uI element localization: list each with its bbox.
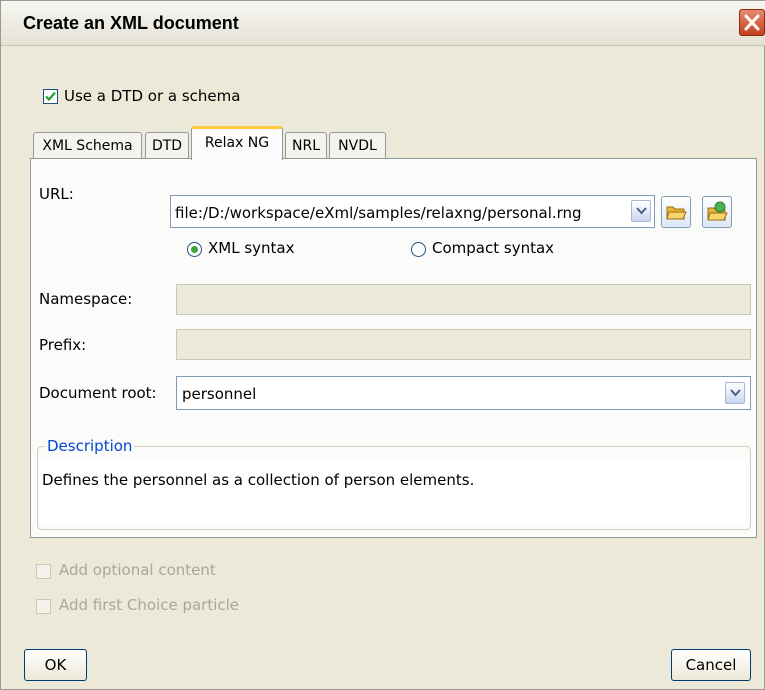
description-text: Defines the personnel as a collection of…: [42, 471, 475, 489]
tab-xml-schema[interactable]: XML Schema: [33, 132, 142, 159]
tab-nrl[interactable]: NRL: [285, 132, 327, 159]
browse-url-button[interactable]: [702, 196, 732, 228]
xml-syntax-radio[interactable]: [187, 242, 202, 257]
cancel-button[interactable]: Cancel: [671, 649, 751, 681]
first-choice-label: Add first Choice particle: [59, 596, 240, 614]
xml-syntax-label: XML syntax: [208, 239, 295, 257]
use-schema-checkbox[interactable]: [43, 89, 58, 104]
open-folder-icon: [666, 206, 687, 220]
document-root-dropdown-button[interactable]: [725, 382, 745, 404]
tab-relax-ng[interactable]: Relax NG: [191, 126, 283, 160]
tab-dtd[interactable]: DTD: [145, 132, 189, 159]
description-legend: Description: [45, 437, 135, 455]
compact-syntax-label: Compact syntax: [432, 239, 555, 257]
checkmark-icon: [45, 91, 56, 102]
namespace-field[interactable]: [176, 284, 751, 315]
url-combobox[interactable]: file:/D:/workspace/eXml/samples/relaxng/…: [170, 195, 655, 228]
open-url-folder-icon: [707, 201, 728, 221]
prefix-label: Prefix:: [39, 336, 87, 354]
tab-nvdl[interactable]: NVDL: [329, 132, 386, 159]
optional-content-label: Add optional content: [59, 561, 216, 579]
prefix-field[interactable]: [176, 329, 751, 360]
url-dropdown-button[interactable]: [631, 200, 651, 222]
document-root-combobox[interactable]: personnel: [176, 376, 751, 410]
url-value: file:/D:/workspace/eXml/samples/relaxng/…: [175, 204, 582, 222]
use-schema-label: Use a DTD or a schema: [64, 87, 241, 105]
chevron-down-icon: [730, 389, 741, 397]
create-xml-dialog: Create an XML document Use a DTD or a sc…: [0, 0, 765, 690]
url-label: URL:: [39, 185, 74, 203]
dialog-title: Create an XML document: [23, 13, 239, 33]
title-bar[interactable]: Create an XML document: [1, 1, 765, 46]
browse-local-button[interactable]: [661, 196, 691, 228]
first-choice-checkbox[interactable]: [36, 599, 51, 614]
chevron-down-icon: [636, 207, 647, 215]
namespace-label: Namespace:: [39, 290, 133, 308]
compact-syntax-radio[interactable]: [411, 242, 426, 257]
radio-selected-dot: [191, 246, 198, 253]
close-icon: [744, 14, 760, 31]
document-root-label: Document root:: [39, 384, 157, 402]
optional-content-checkbox[interactable]: [36, 564, 51, 579]
document-root-value: personnel: [182, 385, 257, 403]
ok-button[interactable]: OK: [24, 649, 87, 681]
description-text-area: Defines the personnel as a collection of…: [40, 459, 746, 526]
close-button[interactable]: [739, 9, 765, 36]
